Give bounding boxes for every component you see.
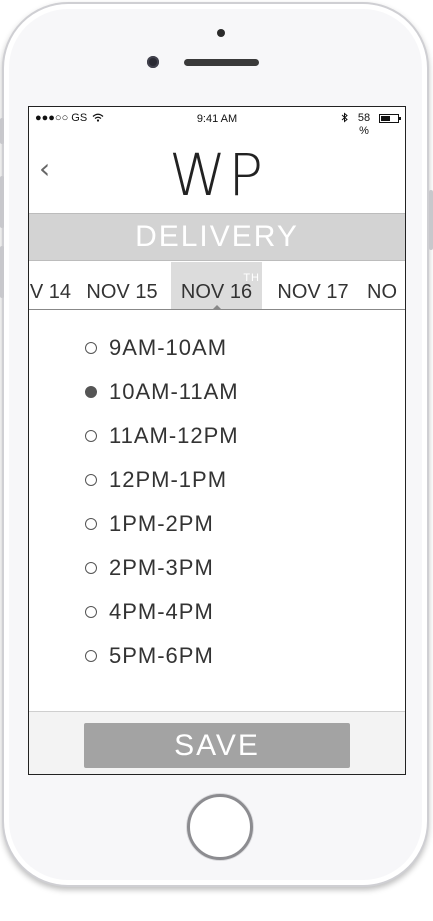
radio-button[interactable]	[85, 342, 97, 354]
time-slot-label: 5PM-6PM	[109, 643, 214, 668]
caret-up-icon	[210, 305, 223, 309]
volume-up-button	[0, 176, 4, 228]
time-slot-option[interactable]: 2PM-3PM	[85, 552, 214, 584]
app-header: ‹ WP	[29, 137, 405, 213]
date-label: NO	[367, 281, 397, 303]
date-item[interactable]: NO	[367, 262, 405, 309]
time-slot-label: 11AM-12PM	[109, 423, 239, 448]
mute-switch	[0, 118, 4, 144]
time-slot-label: 12PM-1PM	[109, 467, 228, 492]
date-item[interactable]: NOV 15	[79, 262, 165, 309]
date-label: NOV 16	[180, 281, 253, 303]
time-slot-option[interactable]: 9AM-10AM	[85, 332, 227, 364]
status-right: 58 %	[341, 112, 401, 138]
front-camera	[147, 56, 159, 68]
radio-button[interactable]	[85, 518, 97, 530]
earpiece-speaker	[184, 59, 259, 66]
time-slot-option[interactable]: 10AM-11AM	[85, 376, 239, 408]
date-item[interactable]: NOV 17	[270, 262, 356, 309]
radio-button[interactable]	[85, 430, 97, 442]
radio-button[interactable]	[85, 562, 97, 574]
battery-icon	[379, 114, 401, 123]
date-item-selected[interactable]: NOV 16 TH	[171, 262, 262, 309]
radio-button[interactable]	[85, 474, 97, 486]
date-item[interactable]: V 14	[29, 262, 71, 309]
date-picker-strip[interactable]: V 14 NOV 15 NOV 16 TH NOV 17 NO	[29, 262, 405, 310]
battery-fill	[381, 116, 390, 121]
home-button[interactable]	[187, 794, 253, 860]
bluetooth-icon	[341, 112, 348, 123]
time-slot-option[interactable]: 4PM-4PM	[85, 596, 214, 628]
time-slot-label: 2PM-3PM	[109, 555, 214, 580]
page-title: DELIVERY	[29, 213, 405, 261]
time-slot-label: 4PM-4PM	[109, 599, 214, 624]
time-slot-label: 1PM-2PM	[109, 511, 214, 536]
save-button[interactable]: SAVE	[84, 723, 350, 768]
battery-percent: 58 %	[357, 112, 371, 137]
time-slot-option[interactable]: 12PM-1PM	[85, 464, 227, 496]
time-slot-label: 10AM-11AM	[109, 379, 239, 404]
power-button	[429, 190, 433, 250]
radio-button[interactable]	[85, 386, 97, 398]
proximity-sensor	[217, 29, 225, 37]
time-slot-option[interactable]: 1PM-2PM	[85, 508, 214, 540]
radio-button[interactable]	[85, 650, 97, 662]
footer-bar: SAVE	[29, 711, 405, 774]
app-screen: ●●●○○ GS 9:41 AM 58 % ‹ WP DELIVERY V 14	[28, 106, 406, 775]
app-logo: WP	[168, 141, 266, 209]
date-ordinal-suffix: TH	[243, 272, 260, 284]
time-slot-option[interactable]: 11AM-12PM	[85, 420, 239, 452]
date-label: NOV 15	[86, 281, 158, 303]
volume-down-button	[0, 246, 4, 298]
time-slot-option[interactable]: 5PM-6PM	[85, 640, 214, 672]
date-label: V 14	[29, 281, 71, 303]
date-label: NOV 17	[277, 281, 349, 303]
time-slot-label: 9AM-10AM	[109, 335, 228, 360]
radio-button[interactable]	[85, 606, 97, 618]
